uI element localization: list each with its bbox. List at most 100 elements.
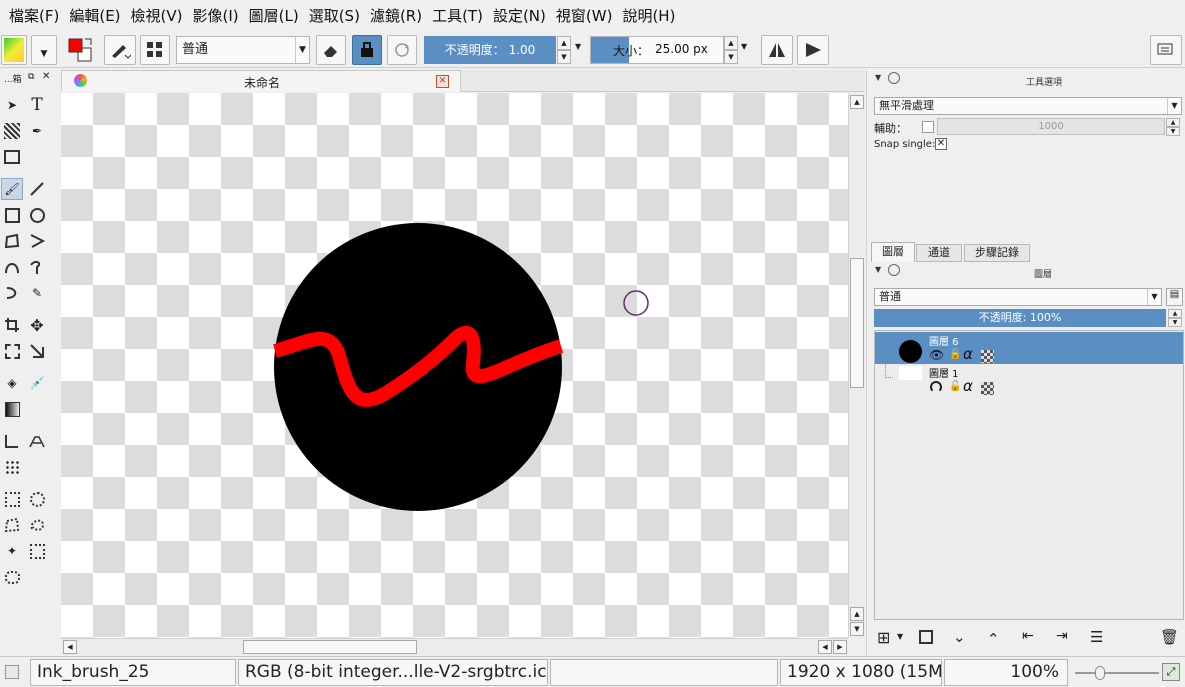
visibility-eye-icon[interactable]: 👁 (929, 348, 944, 362)
tab-history[interactable]: 步驟記錄 (964, 244, 1030, 262)
menu-tools[interactable]: 工具(T) (427, 0, 488, 32)
layer-properties-icon[interactable]: ☰ (1090, 628, 1103, 646)
layer-blend-mode-select[interactable]: 普通 ▼ (874, 288, 1162, 306)
calligraphy-tool[interactable]: ✒ (26, 120, 48, 142)
multibrush-tool[interactable]: ✎ (26, 282, 48, 304)
magic-wand-tool[interactable]: ✦ (1, 540, 23, 562)
lock-icon[interactable]: 🔓 (949, 381, 961, 392)
fill-tool[interactable]: ◈ (1, 372, 23, 394)
zoom-field[interactable]: 100% (944, 659, 1068, 686)
eraser-mode-button[interactable] (316, 35, 346, 65)
lock-icon[interactable] (888, 72, 900, 84)
polyline-tool[interactable] (26, 230, 48, 252)
tab-layers[interactable]: 圖層 (871, 242, 915, 262)
layer-row[interactable]: 圖層 1 🔓 α (875, 364, 1183, 396)
layer-options-icon[interactable]: ▤ (1166, 288, 1183, 306)
blend-mode-select[interactable]: 普通 ▼ (176, 36, 310, 64)
opacity-slider[interactable]: 不透明度： 1.00 (424, 36, 556, 64)
assistant-tool[interactable] (26, 340, 48, 362)
dynamic-brush-tool[interactable] (1, 282, 23, 304)
duplicate-layer-icon[interactable] (919, 630, 933, 644)
menu-filter[interactable]: 濾鏡(R) (365, 0, 427, 32)
color-picker-tool[interactable]: 💉 (26, 372, 48, 394)
menu-edit[interactable]: 編輯(E) (64, 0, 125, 32)
vertical-scrollbar[interactable]: ▲ ▲ ▼ (848, 93, 865, 638)
scroll-up-button[interactable]: ▲ (850, 95, 864, 109)
mirror-vertical-button[interactable] (797, 35, 829, 65)
freehand-select-tool[interactable] (26, 514, 48, 536)
smoothing-select[interactable]: 無平滑處理 ▼ (874, 97, 1182, 115)
workspace-button[interactable] (140, 35, 170, 65)
menu-image[interactable]: 影像(I) (188, 0, 244, 32)
inherit-alpha-icon[interactable] (981, 350, 994, 363)
assist-checkbox[interactable] (922, 121, 934, 133)
select-shapes-tool[interactable]: ➤ (1, 94, 23, 116)
brush-preset-button[interactable] (104, 35, 136, 65)
menu-select[interactable]: 選取(S) (304, 0, 365, 32)
move-tool[interactable]: ✥ (26, 314, 48, 336)
assist-decrease[interactable]: ▼ (1166, 127, 1180, 136)
menu-settings[interactable]: 設定(N) (488, 0, 551, 32)
move-down-icon[interactable]: ⌄ (953, 628, 966, 646)
gradient-swatch-button[interactable] (1, 35, 27, 65)
rectangle-tool[interactable] (1, 204, 23, 226)
menu-window[interactable]: 視窗(W) (551, 0, 618, 32)
line-tool[interactable] (26, 178, 48, 200)
lock-icon[interactable] (888, 264, 900, 276)
preserve-alpha-button[interactable] (352, 35, 382, 65)
collapse-icon[interactable]: ▼ (875, 265, 881, 274)
collapse-icon[interactable]: ▼ (875, 73, 881, 82)
scroll-down-button-2[interactable]: ▼ (850, 622, 864, 636)
zoom-slider-handle[interactable] (1095, 666, 1105, 680)
inherit-alpha-icon[interactable] (981, 382, 994, 395)
text-tool[interactable]: T (26, 94, 48, 116)
freehand-path-tool[interactable] (26, 256, 48, 278)
assist-increase[interactable]: ▲ (1166, 118, 1180, 127)
ellipse-select-tool[interactable] (26, 488, 48, 510)
brush-toggle-icon[interactable] (5, 665, 19, 679)
opacity-increase[interactable]: ▲ (557, 36, 571, 50)
outdent-layer-icon[interactable]: ⇤ (1022, 628, 1034, 644)
size-decrease[interactable]: ▼ (724, 50, 738, 64)
indent-layer-icon[interactable]: ⇥ (1056, 628, 1068, 644)
options-menu-button[interactable] (1150, 35, 1182, 65)
similar-select-tool[interactable] (26, 540, 48, 562)
layer-row[interactable]: 圖層 6 👁 🔓 α (875, 332, 1183, 364)
zoom-slider[interactable] (1075, 666, 1159, 680)
chevron-down-icon[interactable]: ▼ (575, 42, 581, 51)
menu-file[interactable]: 檔案(F) (4, 0, 64, 32)
size-slider[interactable]: 大小： 25.00 px (590, 36, 724, 64)
ellipse-tool[interactable] (26, 204, 48, 226)
chevron-down-icon[interactable]: ▼ (741, 42, 747, 51)
bezier-select-tool[interactable] (1, 566, 23, 588)
move-up-icon[interactable]: ⌃ (987, 630, 1000, 648)
scroll-left-button[interactable]: ◀ (63, 640, 77, 654)
assist-magnetism-slider[interactable]: 1000 (937, 118, 1165, 135)
menu-help[interactable]: 說明(H) (617, 0, 680, 32)
delete-layer-icon[interactable]: 🗑 (1160, 628, 1179, 646)
freehand-brush-tool[interactable]: 🖌 (1, 178, 23, 200)
polygon-tool[interactable] (1, 230, 23, 252)
mirror-horizontal-button[interactable] (761, 35, 793, 65)
alpha-lock-icon[interactable]: α (963, 377, 973, 395)
perspective-grid-tool[interactable] (26, 430, 48, 452)
chevron-down-icon[interactable]: ▼ (897, 632, 903, 641)
grid-tool[interactable] (1, 456, 23, 478)
visibility-closed-eye-icon[interactable] (930, 381, 942, 393)
rect-select-tool[interactable] (1, 488, 23, 510)
layer-opacity-decrease[interactable]: ▼ (1168, 318, 1182, 327)
pattern-tool[interactable] (1, 120, 23, 142)
fullscreen-icon[interactable]: ⤢ (1162, 663, 1180, 681)
size-increase[interactable]: ▲ (724, 36, 738, 50)
scroll-right-button[interactable]: ◀ (818, 640, 832, 654)
lock-icon[interactable]: 🔓 (949, 349, 961, 360)
opacity-decrease[interactable]: ▼ (557, 50, 571, 64)
color-selector[interactable] (64, 35, 96, 65)
snap-single-checkbox[interactable]: ✕ (935, 138, 947, 150)
document-tab[interactable]: 未命名 ✕ (61, 70, 461, 92)
add-layer-icon[interactable]: ⊞ (877, 628, 890, 647)
tab-channels[interactable]: 通道 (916, 244, 962, 262)
bezier-tool[interactable] (1, 256, 23, 278)
angle-tool[interactable] (1, 430, 23, 452)
close-icon[interactable]: ✕ (42, 71, 50, 82)
